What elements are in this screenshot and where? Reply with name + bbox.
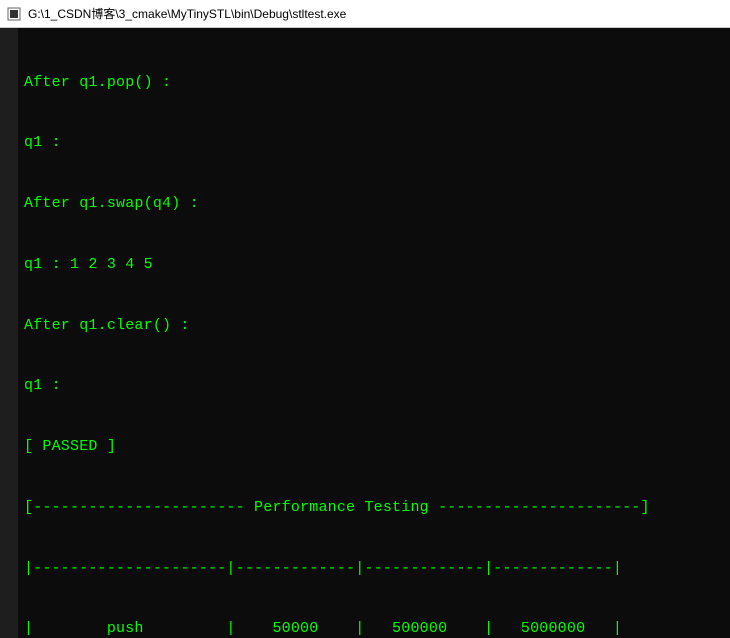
console-line: After q1.swap(q4) : [24,194,724,214]
console-output[interactable]: After q1.pop() : q1 : After q1.swap(q4) … [18,28,730,638]
left-gutter [0,28,18,638]
console-line: q1 : 1 2 3 4 5 [24,255,724,275]
window-title: G:\1_CSDN博客\3_cmake\MyTinySTL\bin\Debug\… [28,5,346,22]
console-line: After q1.pop() : [24,73,724,93]
app-icon [6,6,22,22]
console-line: [----------------------- Performance Tes… [24,498,724,518]
console-line: q1 : [24,133,724,153]
console-line: [ PASSED ] [24,437,724,457]
console-line: q1 : [24,376,724,396]
content-wrap: After q1.pop() : q1 : After q1.swap(q4) … [0,28,730,638]
console-line: | push | 50000 | 500000 | 5000000 | [24,619,724,638]
window-titlebar: G:\1_CSDN博客\3_cmake\MyTinySTL\bin\Debug\… [0,0,730,28]
console-line: |---------------------|-------------|---… [24,559,724,579]
console-line: After q1.clear() : [24,316,724,336]
